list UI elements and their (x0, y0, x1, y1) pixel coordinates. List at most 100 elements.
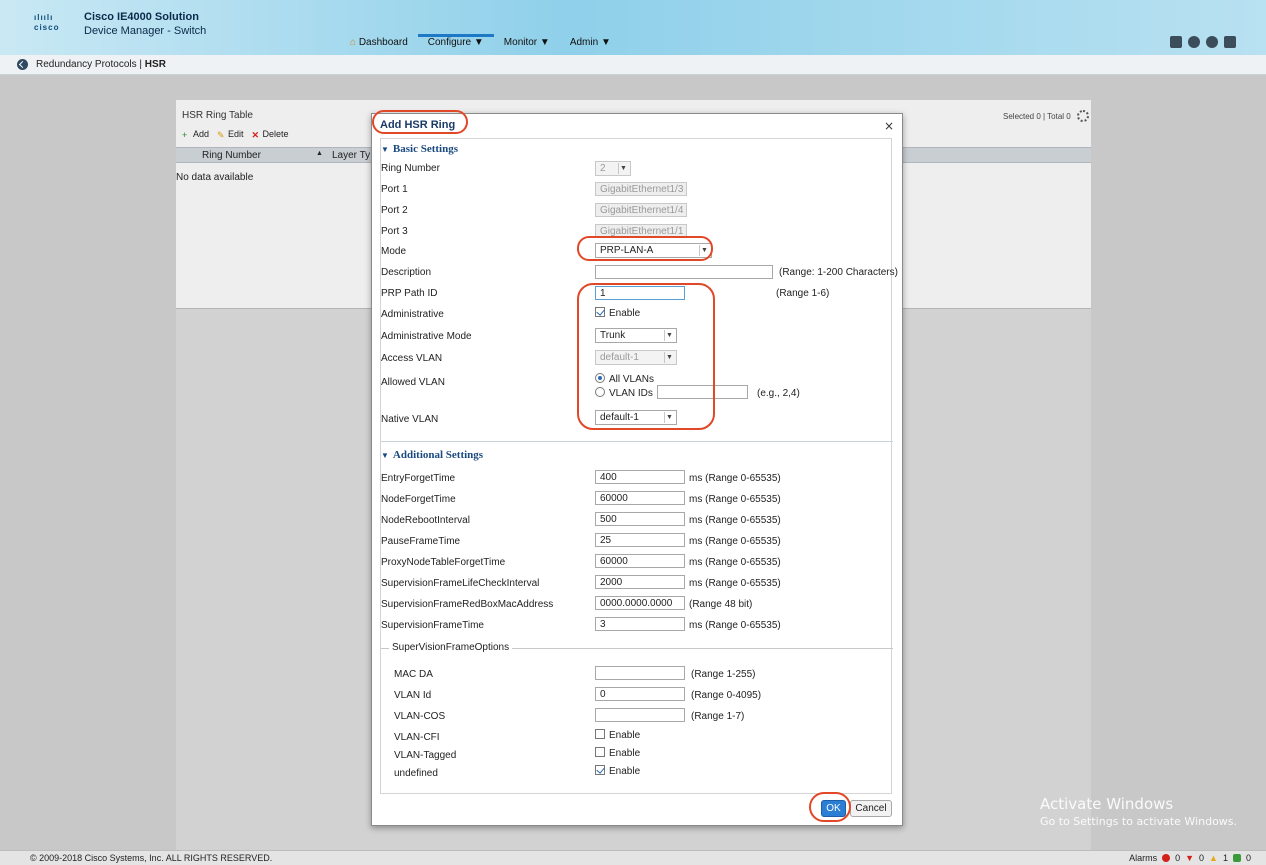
ring-number-label: Ring Number (381, 163, 440, 174)
close-icon[interactable]: × (884, 119, 894, 133)
top-header: ılıılı cisco Cisco IE4000 Solution Devic… (0, 0, 1266, 55)
chevron-down-icon: ▼ (699, 245, 709, 256)
undefined-label: undefined (394, 768, 438, 779)
mac-da-hint: (Range 1-255) (691, 669, 756, 680)
vlan-cfi-checkbox[interactable]: Enable (595, 729, 640, 741)
add-button[interactable]: + Add (182, 129, 209, 140)
supervision-frame-time-hint: ms (Range 0-65535) (689, 620, 781, 631)
checkbox-checked-icon (595, 765, 605, 775)
administrative-label: Administrative (381, 309, 444, 320)
vlan-id-input[interactable]: 0 (595, 687, 685, 701)
pause-frame-time-input[interactable]: 25 (595, 533, 685, 547)
port1-field: GigabitEthernet1/3 (595, 182, 687, 196)
major-alarm-icon: ▼ (1185, 853, 1195, 863)
critical-alarm-icon (1162, 854, 1171, 862)
radio-unselected-icon (595, 387, 605, 397)
description-hint: (Range: 1-200 Characters) (779, 267, 898, 278)
vlan-ids-hint: (e.g., 2,4) (757, 388, 800, 399)
mac-da-input[interactable] (595, 666, 685, 680)
print-icon[interactable] (1170, 36, 1182, 48)
port2-field: GigabitEthernet1/4 (595, 203, 687, 217)
redbox-mac-label: SupervisionFrameRedBoxMacAddress (381, 599, 554, 610)
logout-icon[interactable] (1224, 36, 1236, 48)
sort-asc-icon[interactable]: ▲ (316, 150, 323, 157)
help-icon[interactable] (1206, 36, 1218, 48)
delete-button[interactable]: ✕ Delete (252, 129, 289, 140)
port2-label: Port 2 (381, 205, 408, 216)
table-title: HSR Ring Table (182, 110, 253, 121)
ring-number-select: 2 ▼ (595, 161, 631, 176)
administrative-checkbox[interactable]: Enable (595, 307, 640, 319)
undefined-checkbox[interactable]: Enable (595, 765, 640, 777)
vlan-id-label: VLAN Id (394, 690, 432, 701)
column-layer-type[interactable]: Layer Ty (332, 150, 370, 161)
access-vlan-select: default-1 ▼ (595, 350, 677, 365)
breadcrumb-parent[interactable]: Redundancy Protocols (36, 59, 137, 70)
alarms-summary[interactable]: Alarms 0 ▼ 0 ▲ 1 0 (1129, 853, 1251, 863)
copyright-text: © 2009-2018 Cisco Systems, Inc. ALL RIGH… (30, 853, 273, 863)
all-vlans-radio[interactable]: All VLANs (595, 373, 654, 385)
table-toolbar: + Add ✎ Edit ✕ Delete (182, 129, 289, 140)
entry-forget-time-input[interactable]: 400 (595, 470, 685, 484)
nav-dashboard[interactable]: ⌂ Dashboard (340, 34, 418, 54)
dialog-title: Add HSR Ring (380, 119, 456, 131)
vlan-cos-label: VLAN-COS (394, 711, 446, 722)
back-arrow-icon[interactable] (17, 59, 28, 70)
gear-icon[interactable] (1077, 110, 1089, 122)
node-forget-time-input[interactable]: 60000 (595, 491, 685, 505)
edit-button[interactable]: ✎ Edit (217, 129, 244, 140)
cancel-button[interactable]: Cancel (850, 800, 892, 817)
native-vlan-select[interactable]: default-1 ▼ (595, 410, 677, 425)
nav-monitor[interactable]: Monitor ▼ (494, 34, 560, 54)
checkbox-unchecked-icon (595, 747, 605, 757)
vlan-tagged-checkbox[interactable]: Enable (595, 747, 640, 759)
vlan-tagged-label: VLAN-Tagged (394, 750, 457, 761)
supervision-frame-options-group: SuperVisionFrameOptions (381, 642, 893, 653)
vlan-id-hint: (Range 0-4095) (691, 690, 762, 701)
port1-label: Port 1 (381, 184, 408, 195)
vlan-cos-hint: (Range 1-7) (691, 711, 745, 722)
breadcrumb-current: HSR (144, 59, 166, 70)
activate-windows-watermark: Activate Windows Go to Settings to activ… (1040, 795, 1238, 828)
access-vlan-label: Access VLAN (381, 353, 443, 364)
section-divider (381, 441, 893, 442)
vlan-ids-radio[interactable]: VLAN IDs (595, 387, 653, 399)
redbox-mac-input[interactable]: 0000.0000.0000 (595, 596, 685, 610)
checkbox-unchecked-icon (595, 729, 605, 739)
chevron-down-icon: ▼ (664, 412, 674, 423)
description-input[interactable] (595, 265, 773, 279)
collapse-triangle-icon: ▼ (381, 451, 389, 460)
allowed-vlan-label: Allowed VLAN (381, 377, 445, 388)
additional-settings-header[interactable]: ▼ Additional Settings (381, 449, 483, 461)
prp-path-hint: (Range 1-6) (776, 288, 830, 299)
admin-mode-label: Administrative Mode (381, 331, 472, 342)
proxy-node-table-forget-time-input[interactable]: 60000 (595, 554, 685, 568)
refresh-icon[interactable] (1188, 36, 1200, 48)
supervision-frame-time-label: SupervisionFrameTime (381, 620, 484, 631)
pause-frame-time-hint: ms (Range 0-65535) (689, 536, 781, 547)
selection-status: Selected 0 | Total 0 (1003, 110, 1089, 122)
node-reboot-interval-input[interactable]: 500 (595, 512, 685, 526)
supervision-frame-time-input[interactable]: 3 (595, 617, 685, 631)
admin-mode-select[interactable]: Trunk ▼ (595, 328, 677, 343)
vlan-ids-input[interactable] (657, 385, 748, 399)
basic-settings-header[interactable]: ▼ Basic Settings (381, 143, 458, 155)
mode-select[interactable]: PRP-LAN-A ▼ (595, 243, 712, 258)
life-check-interval-input[interactable]: 2000 (595, 575, 685, 589)
vlan-cos-input[interactable] (595, 708, 685, 722)
nav-configure[interactable]: Configure ▼ (417, 34, 494, 54)
add-icon: + (182, 130, 188, 140)
proxy-node-table-forget-time-label: ProxyNodeTableForgetTime (381, 557, 506, 568)
column-ring-number[interactable]: Ring Number (202, 150, 261, 161)
cisco-logo-text: cisco (34, 23, 60, 32)
vlan-cfi-label: VLAN-CFI (394, 732, 440, 743)
minor-alarm-icon: ▲ (1209, 853, 1218, 863)
nav-admin[interactable]: Admin ▼ (560, 34, 621, 54)
prp-path-input[interactable]: 1 (595, 286, 685, 300)
ok-button[interactable]: OK (821, 800, 846, 817)
description-label: Description (381, 267, 432, 278)
entry-forget-time-hint: ms (Range 0-65535) (689, 473, 781, 484)
chevron-down-icon: ▼ (618, 163, 628, 174)
product-subtitle: Device Manager - Switch (84, 25, 207, 37)
mode-label: Mode (381, 246, 407, 257)
